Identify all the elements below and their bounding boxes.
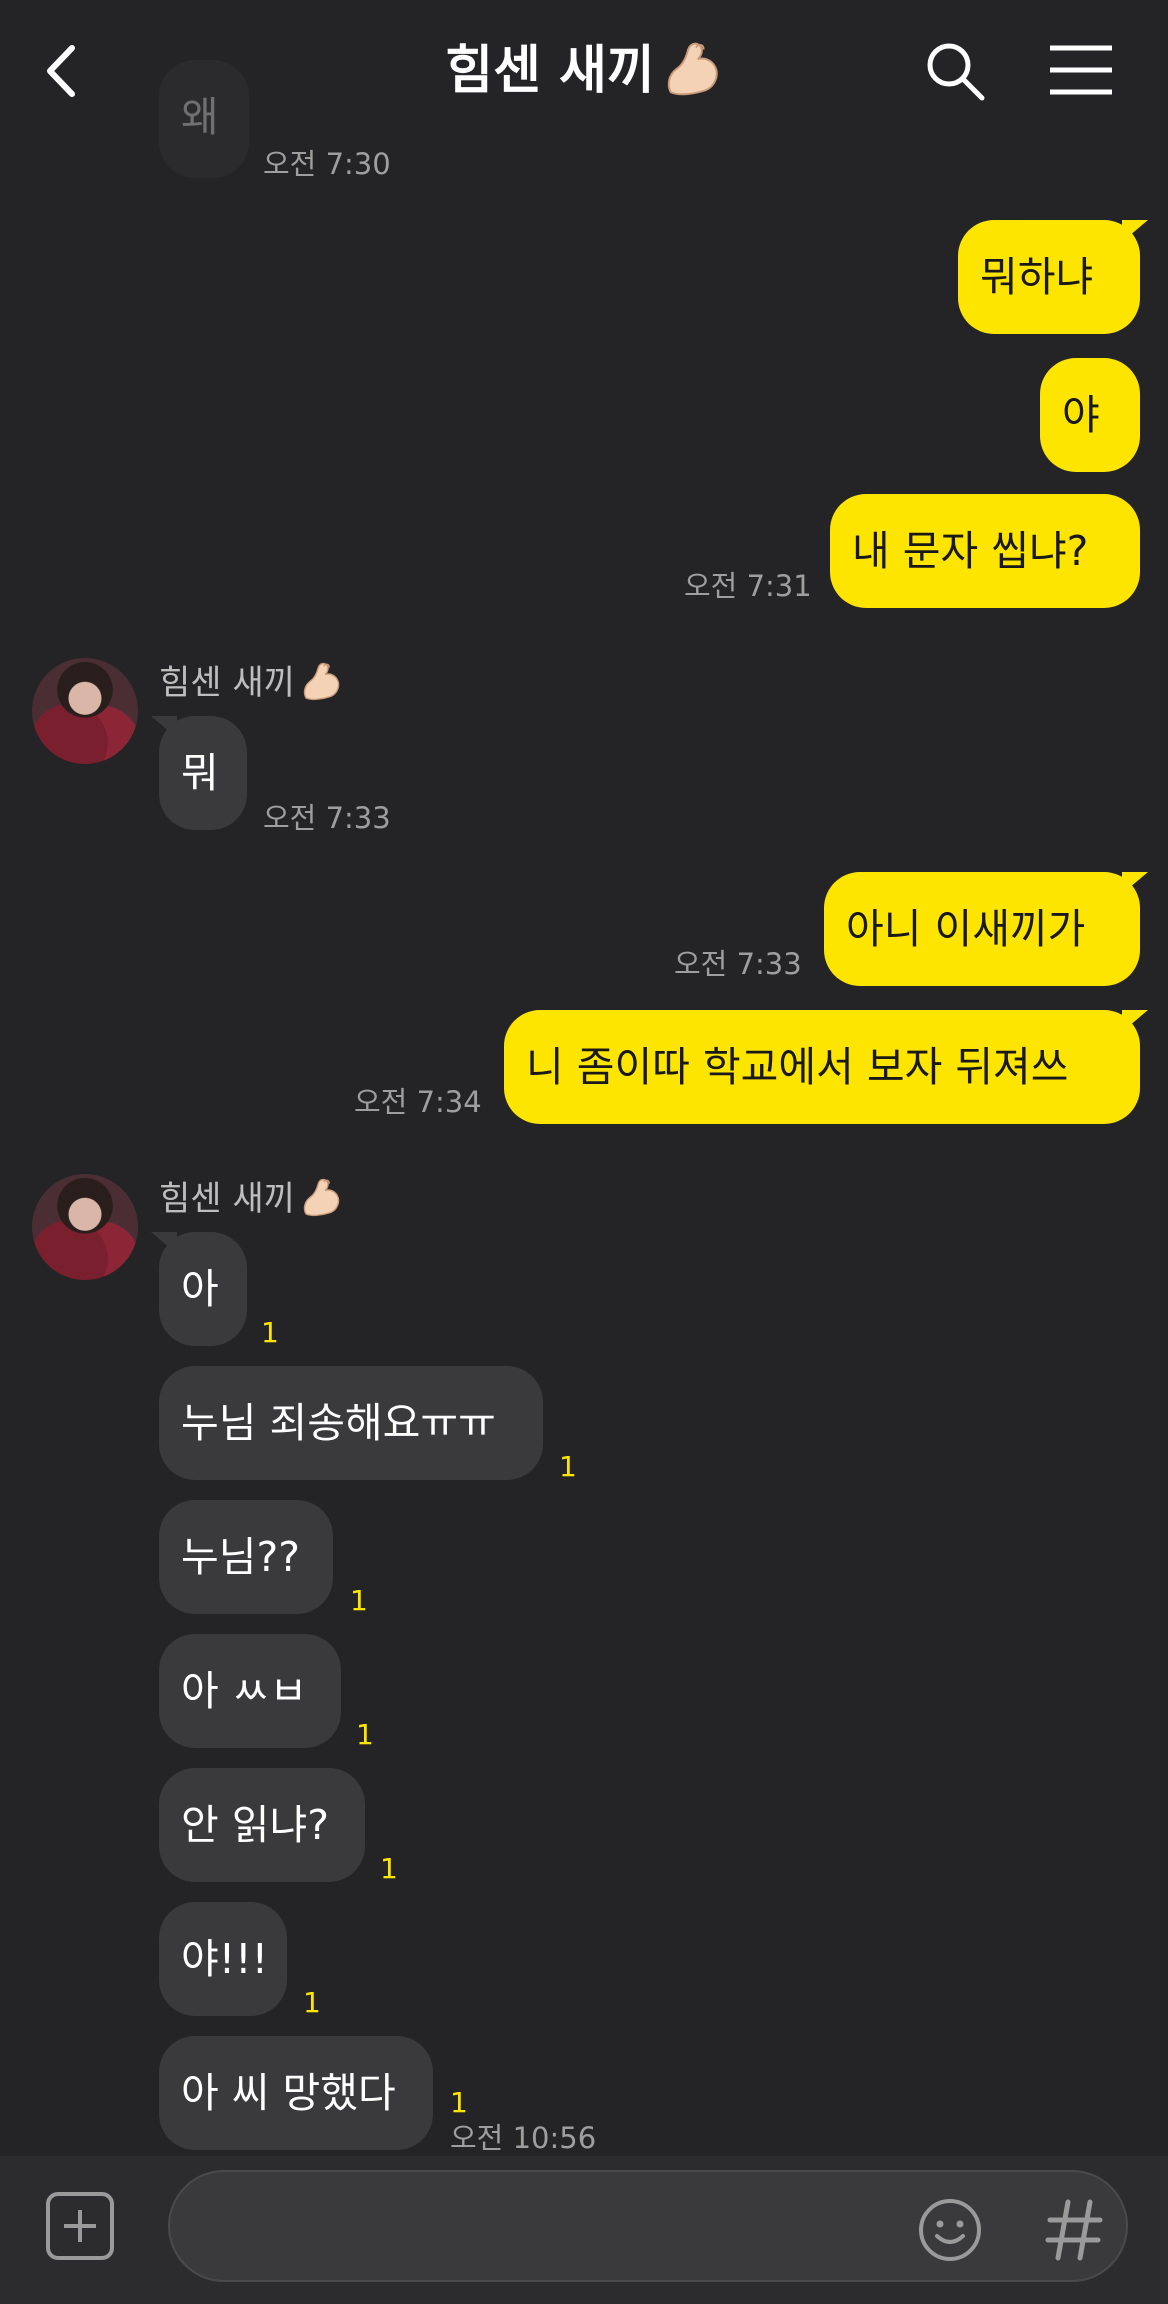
unread-count: 1 xyxy=(380,1852,398,1885)
message-time: 오전 10:56 xyxy=(450,2121,597,2155)
message-text: 안 읽냐? xyxy=(181,1801,329,1849)
avatar[interactable] xyxy=(32,658,138,764)
message-time: 오전 7:30 xyxy=(263,147,391,181)
message-input-bar xyxy=(0,2156,1168,2304)
sender-name: 힘센 새끼 xyxy=(159,1174,343,1221)
message-time: 오전 7:33 xyxy=(674,947,802,981)
unread-count: 1 xyxy=(350,1584,368,1617)
message-text: 누님?? xyxy=(181,1533,300,1581)
message-bubble-outgoing[interactable]: 내 문자 씹냐? xyxy=(830,494,1140,608)
chat-title-text: 힘센 새끼 xyxy=(445,41,655,101)
sender-name: 힘센 새끼 xyxy=(159,658,343,705)
unread-count: 1 xyxy=(559,1450,577,1483)
unread-count: 1 xyxy=(261,1316,279,1349)
message-time: 오전 7:34 xyxy=(354,1085,482,1119)
hash-icon xyxy=(1045,2199,1103,2261)
hash-button[interactable] xyxy=(1044,2196,1104,2264)
emoji-icon xyxy=(919,2199,981,2261)
message-bubble-incoming[interactable]: 뭐 xyxy=(151,716,247,830)
emoji-button[interactable] xyxy=(916,2196,984,2264)
message-bubble-incoming[interactable]: 왜 xyxy=(159,60,249,178)
message-text: 아 씨 망했다 xyxy=(181,2069,396,2117)
flexed-bicep-icon xyxy=(299,658,343,702)
message-text: 내 문자 씹냐? xyxy=(852,527,1089,575)
message-bubble-outgoing[interactable]: 뭐하냐 xyxy=(958,220,1148,334)
message-bubble-outgoing[interactable]: 니 좀이따 학교에서 보자 뒤져쓰 xyxy=(504,1010,1148,1124)
message-time: 오전 7:33 xyxy=(263,801,391,835)
message-bubble-incoming[interactable]: 누님 죄송해요ㅠㅠ xyxy=(159,1366,543,1480)
message-input[interactable] xyxy=(168,2170,1128,2282)
message-text: 아니 이새끼가 xyxy=(846,905,1086,953)
message-text: 니 좀이따 학교에서 보자 뒤져쓰 xyxy=(526,1043,1069,1091)
message-bubble-incoming[interactable]: 누님?? xyxy=(159,1500,333,1614)
message-text: 아 ㅆㅂ xyxy=(181,1667,308,1715)
message-bubble-outgoing[interactable]: 야 xyxy=(1040,358,1140,472)
message-time: 오전 7:31 xyxy=(684,569,812,603)
avatar[interactable] xyxy=(32,1174,138,1280)
message-bubble-outgoing[interactable]: 아니 이새끼가 xyxy=(824,872,1148,986)
message-bubble-incoming[interactable]: 아 씨 망했다 xyxy=(159,2036,433,2150)
unread-count: 1 xyxy=(356,1718,374,1751)
message-text: 누님 죄송해요ㅠㅠ xyxy=(181,1399,496,1447)
message-text: 뭐하냐 xyxy=(980,253,1094,301)
message-bubble-incoming[interactable]: 아 ㅆㅂ xyxy=(159,1634,341,1748)
message-text: 뭐 xyxy=(181,749,219,797)
message-bubble-incoming[interactable]: 야!!! xyxy=(159,1902,287,2016)
unread-count: 1 xyxy=(450,2086,468,2119)
message-text: 아 xyxy=(181,1265,219,1313)
message-bubble-incoming[interactable]: 안 읽냐? xyxy=(159,1768,365,1882)
message-text: 야!!! xyxy=(181,1935,269,1983)
sender-name-text: 힘센 새끼 xyxy=(159,1179,295,1219)
menu-button[interactable] xyxy=(1046,42,1116,98)
flexed-bicep-icon xyxy=(661,36,723,98)
search-icon xyxy=(927,43,985,101)
search-button[interactable] xyxy=(922,38,988,104)
flexed-bicep-icon xyxy=(299,1174,343,1218)
sender-name-text: 힘센 새끼 xyxy=(159,663,295,703)
message-text: 왜 xyxy=(181,93,219,141)
message-bubble-incoming[interactable]: 아 xyxy=(151,1232,247,1346)
hamburger-menu-icon xyxy=(1050,45,1112,95)
unread-count: 1 xyxy=(303,1986,321,2019)
message-text: 야 xyxy=(1062,391,1100,439)
plus-icon[interactable] xyxy=(46,2192,114,2260)
